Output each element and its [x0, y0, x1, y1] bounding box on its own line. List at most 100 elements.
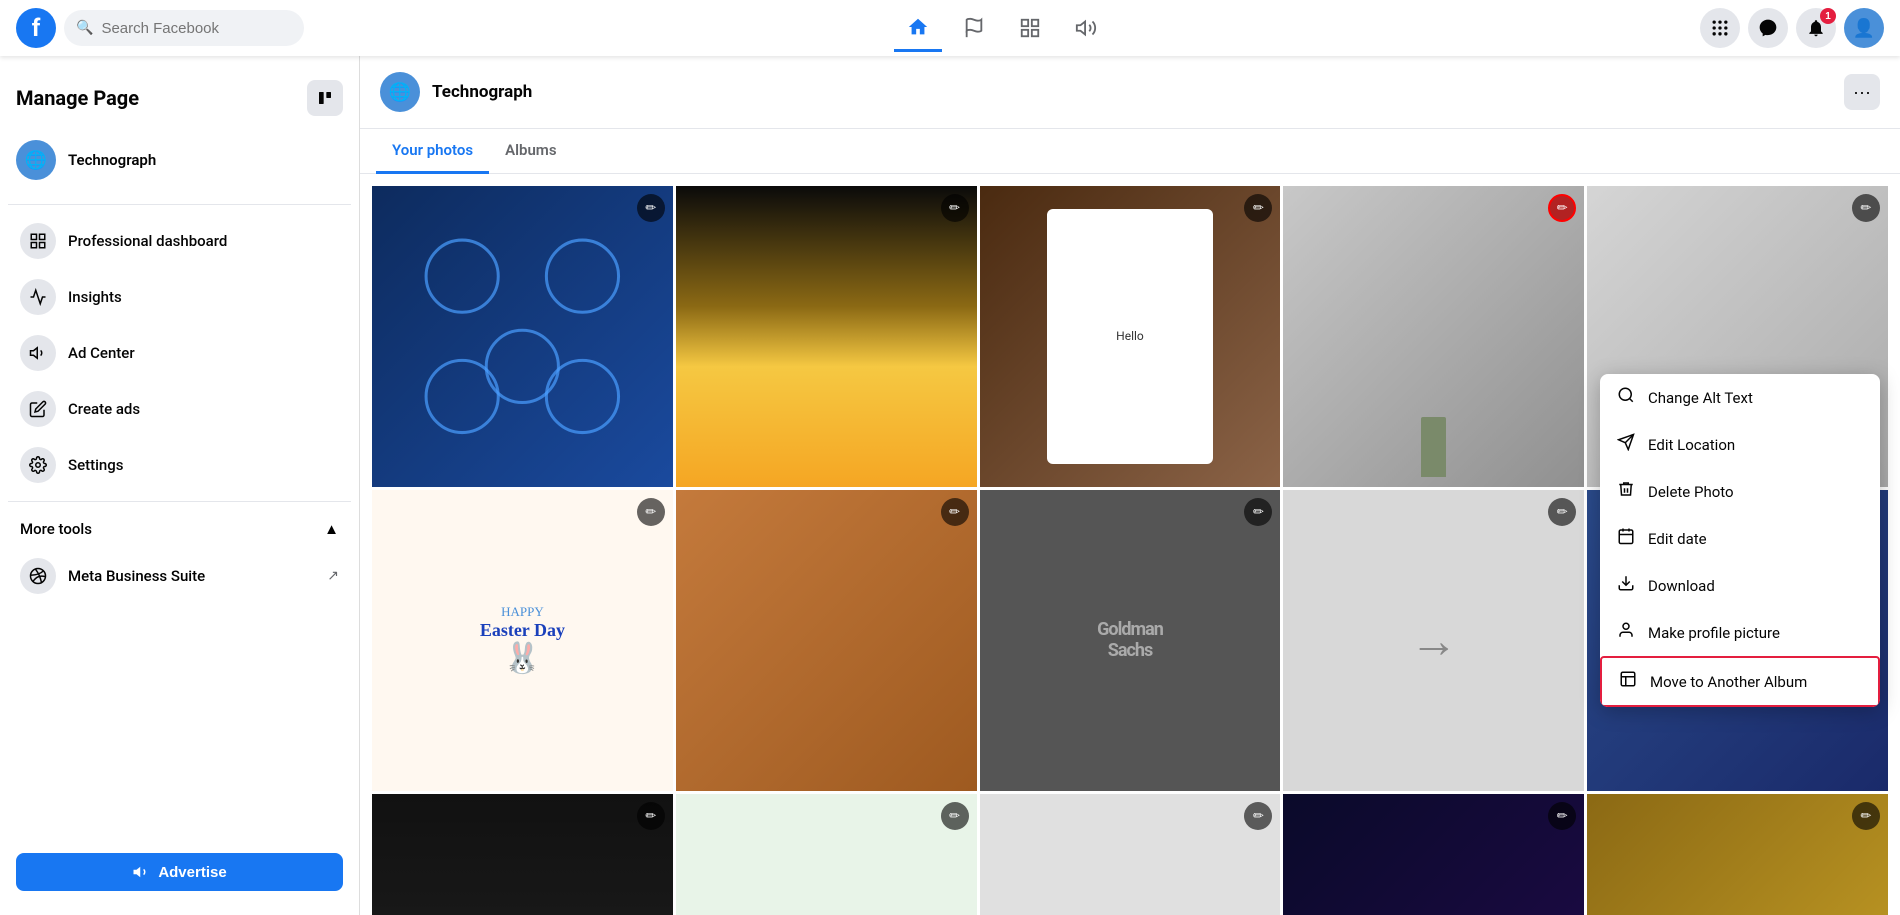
nav-flag-button[interactable] — [950, 4, 998, 52]
search-bar[interactable]: 🔍 — [64, 10, 304, 46]
photo-item[interactable]: ✏ — [676, 490, 977, 791]
ad-center-icon — [20, 335, 56, 371]
sidebar-item-meta-suite[interactable]: Meta Business Suite ↗ — [8, 548, 351, 604]
photos-more-button[interactable]: ··· — [1844, 74, 1880, 110]
easter-card: HAPPY Easter Day 🐰 — [372, 490, 673, 791]
more-tools-header[interactable]: More tools ▲ — [8, 510, 351, 548]
move-to-another-album-label: Move to Another Album — [1650, 673, 1807, 691]
dropdown-change-alt-text[interactable]: Change Alt Text — [1600, 374, 1880, 421]
nav-megaphone-button[interactable] — [1062, 4, 1110, 52]
main-content: 🌐 Technograph ··· Your photos Albums — [360, 56, 1900, 915]
sidebar-item-professional-dashboard[interactable]: Professional dashboard — [8, 213, 351, 269]
dropdown-make-profile-picture[interactable]: Make profile picture — [1600, 609, 1880, 656]
nav-center-icons — [304, 4, 1700, 52]
context-dropdown-menu: Change Alt Text Edit Location Delete Pho… — [1600, 374, 1880, 707]
page-info-row: 🌐 Technograph — [380, 72, 532, 112]
sidebar-item-create-ads[interactable]: Create ads — [8, 381, 351, 437]
photo-edit-9[interactable]: ✏ — [1548, 498, 1576, 526]
insights-icon — [20, 279, 56, 315]
photo-edit-8[interactable]: ✏ — [1244, 498, 1272, 526]
edit-date-icon — [1616, 527, 1636, 550]
photo-edit-5[interactable]: ✏ — [1852, 194, 1880, 222]
sidebar-item-settings[interactable]: Settings — [8, 437, 351, 493]
photos-grid: ✏ ✏ Hello ✏ ✏ ✏ — [360, 174, 1900, 915]
sidebar-divider-1 — [8, 204, 351, 205]
photo-item[interactable]: HAPPY Easter Day 🐰 ✏ — [372, 490, 673, 791]
edit-date-label: Edit date — [1648, 530, 1707, 548]
messenger-button[interactable] — [1748, 8, 1788, 48]
apps-grid-button[interactable] — [1700, 8, 1740, 48]
photo-edit-1[interactable]: ✏ — [637, 194, 665, 222]
dropdown-delete-photo[interactable]: Delete Photo — [1600, 468, 1880, 515]
photo-item[interactable]: GoldmanSachs ✏ — [980, 490, 1281, 791]
photo-item[interactable]: ✏ — [676, 186, 977, 487]
move-to-album-icon — [1618, 670, 1638, 693]
photo-edit-13[interactable]: ✏ — [1244, 802, 1272, 830]
search-input[interactable] — [101, 20, 292, 37]
sidebar-item-ad-center[interactable]: Ad Center — [8, 325, 351, 381]
photo-item[interactable]: ✏ — [1283, 186, 1584, 487]
chevron-up-icon: ▲ — [324, 520, 339, 538]
tab-albums[interactable]: Albums — [489, 129, 572, 174]
sidebar-content: Manage Page 🌐 Technograph Professional d… — [8, 72, 351, 604]
meta-suite-icon — [20, 558, 56, 594]
photo-item[interactable]: erall - Worldwide ✏ — [676, 794, 977, 915]
nav-right-section: 1 👤 — [1700, 8, 1884, 48]
nav-home-button[interactable] — [894, 4, 942, 52]
edit-location-icon — [1616, 433, 1636, 456]
photo-edit-15[interactable]: ✏ — [1852, 802, 1880, 830]
photo-item[interactable]: ₿ ✏ — [1587, 794, 1888, 915]
advertise-label: Advertise — [158, 864, 226, 881]
photos-tabs: Your photos Albums — [360, 129, 1900, 174]
page-avatar: 🌐 — [16, 140, 56, 180]
notification-count: 1 — [1820, 8, 1836, 24]
external-link-icon: ↗ — [327, 568, 339, 584]
download-icon — [1616, 574, 1636, 597]
make-profile-picture-label: Make profile picture — [1648, 624, 1780, 642]
nav-grid-button[interactable] — [1006, 4, 1054, 52]
dropdown-edit-location[interactable]: Edit Location — [1600, 421, 1880, 468]
dropdown-download[interactable]: Download — [1600, 562, 1880, 609]
change-alt-text-icon — [1616, 386, 1636, 409]
photo-item[interactable]: ✏ — [1283, 794, 1584, 915]
photo-item[interactable]: Hello ✏ — [980, 186, 1281, 487]
photo-edit-7[interactable]: ✏ — [941, 498, 969, 526]
more-tools-label: More tools — [20, 520, 92, 538]
page-profile-row: 🌐 Technograph — [8, 132, 351, 196]
meta-suite-label: Meta Business Suite — [68, 567, 205, 585]
search-icon: 🔍 — [76, 20, 93, 36]
photo-edit-4[interactable]: ✏ — [1548, 194, 1576, 222]
user-avatar[interactable]: 👤 — [1844, 8, 1884, 48]
main-layout: Manage Page 🌐 Technograph Professional d… — [0, 0, 1900, 915]
photos-page-avatar: 🌐 — [380, 72, 420, 112]
insights-label: Insights — [68, 288, 122, 306]
photo-item[interactable]: RITE SOCIAL MEDIA PLATFORMS ✏ — [372, 794, 673, 915]
page-name: Technograph — [68, 151, 156, 169]
tab-your-photos[interactable]: Your photos — [376, 129, 489, 174]
photo-edit-2[interactable]: ✏ — [941, 194, 969, 222]
dropdown-move-to-another-album[interactable]: Move to Another Album — [1600, 656, 1880, 707]
ad-center-label: Ad Center — [68, 344, 135, 362]
advertise-button[interactable]: Advertise — [16, 853, 343, 891]
create-ads-label: Create ads — [68, 400, 140, 418]
facebook-logo[interactable]: f — [16, 8, 56, 48]
sidebar-item-insights[interactable]: Insights — [8, 269, 351, 325]
settings-icon — [20, 447, 56, 483]
professional-dashboard-icon — [20, 223, 56, 259]
manage-page-header: Manage Page — [8, 72, 351, 132]
sidebar-divider-2 — [8, 501, 351, 502]
photo-edit-12[interactable]: ✏ — [941, 802, 969, 830]
settings-label: Settings — [68, 456, 124, 474]
photo-item[interactable]: → ✏ — [1283, 490, 1584, 791]
photo-edit-11[interactable]: ✏ — [637, 802, 665, 830]
photo-item[interactable]: ✏ — [372, 186, 673, 487]
photos-header: 🌐 Technograph ··· — [360, 56, 1900, 129]
notifications-button[interactable]: 1 — [1796, 8, 1836, 48]
sidebar: Manage Page 🌐 Technograph Professional d… — [0, 56, 360, 915]
sidebar-toggle-button[interactable] — [307, 80, 343, 116]
download-label: Download — [1648, 577, 1715, 595]
dropdown-edit-date[interactable]: Edit date — [1600, 515, 1880, 562]
photo-edit-6[interactable]: ✏ — [637, 498, 665, 526]
photo-item[interactable]: ✏ — [980, 794, 1281, 915]
photo-edit-14[interactable]: ✏ — [1548, 802, 1576, 830]
